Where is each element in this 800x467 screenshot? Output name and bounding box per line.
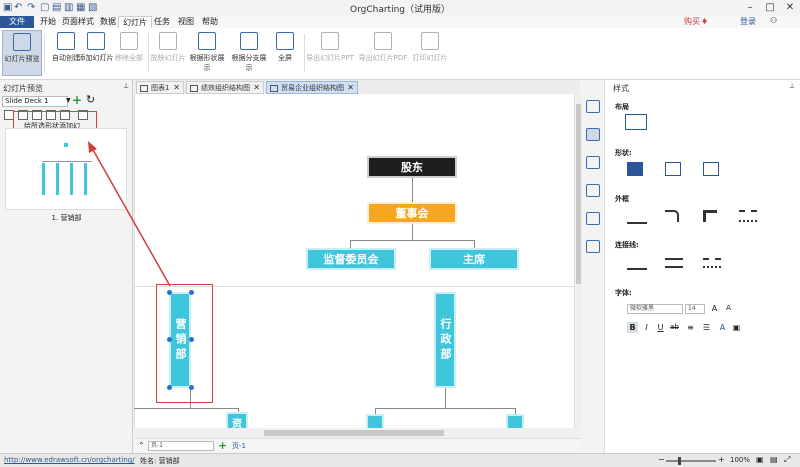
pin-icon[interactable]: ⊥ <box>789 82 795 90</box>
vertical-scrollbar[interactable] <box>574 94 582 428</box>
list-panel-icon[interactable] <box>586 156 600 169</box>
layout-label: 布局 <box>615 103 629 111</box>
card-panel-icon[interactable] <box>586 184 600 197</box>
scroll-thumb[interactable] <box>576 104 581 284</box>
bold-icon[interactable]: B <box>627 322 638 333</box>
strikethrough-icon[interactable]: ab <box>669 322 680 333</box>
scroll-thumb[interactable] <box>264 430 444 436</box>
font-color-icon[interactable]: A <box>717 322 728 333</box>
shrink-font-icon[interactable]: A <box>723 303 734 314</box>
layout-icon[interactable] <box>625 114 647 130</box>
zoom-out-icon[interactable]: − <box>658 455 665 464</box>
dash-style-icon[interactable] <box>739 210 757 222</box>
selected-name: 姓名: 营销部 <box>140 457 180 465</box>
fit-width-icon[interactable]: ▤ <box>770 455 778 464</box>
italic-icon[interactable]: I <box>641 322 652 333</box>
format-panel-icon[interactable] <box>586 128 600 141</box>
connector-weight-icon[interactable] <box>665 258 683 268</box>
grow-font-icon[interactable]: A <box>709 303 720 314</box>
website-link[interactable]: http://www.edrawsoft.cn/orgcharting/ <box>4 456 135 464</box>
org-panel-icon[interactable] <box>586 212 600 225</box>
font-family-select[interactable]: 微软雅黑 <box>627 304 683 314</box>
connector-color-icon[interactable] <box>627 254 647 270</box>
font-size-select[interactable]: 14 <box>685 304 705 314</box>
page-select[interactable]: 页-1 <box>148 441 214 451</box>
chevron-up-icon[interactable]: ⌃ <box>138 441 145 450</box>
border-label: 外框 <box>615 195 629 203</box>
line-weight-icon[interactable] <box>703 210 717 222</box>
font-label: 字体: <box>615 289 632 297</box>
add-page-icon[interactable]: + <box>218 439 227 452</box>
shadow-icon[interactable] <box>665 162 681 176</box>
fill-icon[interactable] <box>627 162 643 176</box>
underline-icon[interactable]: U <box>655 322 666 333</box>
horizontal-scrollbar[interactable] <box>134 428 580 438</box>
align-icon[interactable]: ≡ <box>685 322 696 333</box>
image-icon[interactable] <box>703 162 719 176</box>
shape-label: 形状: <box>615 149 632 157</box>
paragraph-icon[interactable]: ☰ <box>701 322 712 333</box>
corner-icon[interactable] <box>665 210 679 222</box>
fullscreen-icon[interactable]: ⤢ <box>784 455 790 465</box>
text-box-icon[interactable]: ▣ <box>731 322 742 333</box>
style-panel: 样式 ⊥ 布局 形状: 外框 连接线: 字体: 微软雅黑 14 A A B I … <box>604 80 800 453</box>
zoom-in-icon[interactable]: + <box>718 455 725 464</box>
image-panel-icon[interactable] <box>586 100 600 113</box>
fit-page-icon[interactable]: ▣ <box>756 455 764 464</box>
zoom-level: 100% <box>730 456 751 464</box>
status-bar: http://www.edrawsoft.cn/orgcharting/ 姓名:… <box>0 453 800 467</box>
page-tab[interactable]: 页-1 <box>232 441 246 451</box>
connector-dash-icon[interactable] <box>703 258 721 268</box>
page-bar: ⌃ 页-1 + 页-1 <box>134 438 580 453</box>
line-color-icon[interactable] <box>627 208 647 224</box>
connector-label: 连接线: <box>615 241 639 249</box>
panel-title: 样式 <box>613 84 629 93</box>
zoom-thumb[interactable] <box>678 457 681 465</box>
search-panel-icon[interactable] <box>586 240 600 253</box>
zoom-slider[interactable] <box>666 460 716 462</box>
side-icon-strip <box>582 94 604 453</box>
